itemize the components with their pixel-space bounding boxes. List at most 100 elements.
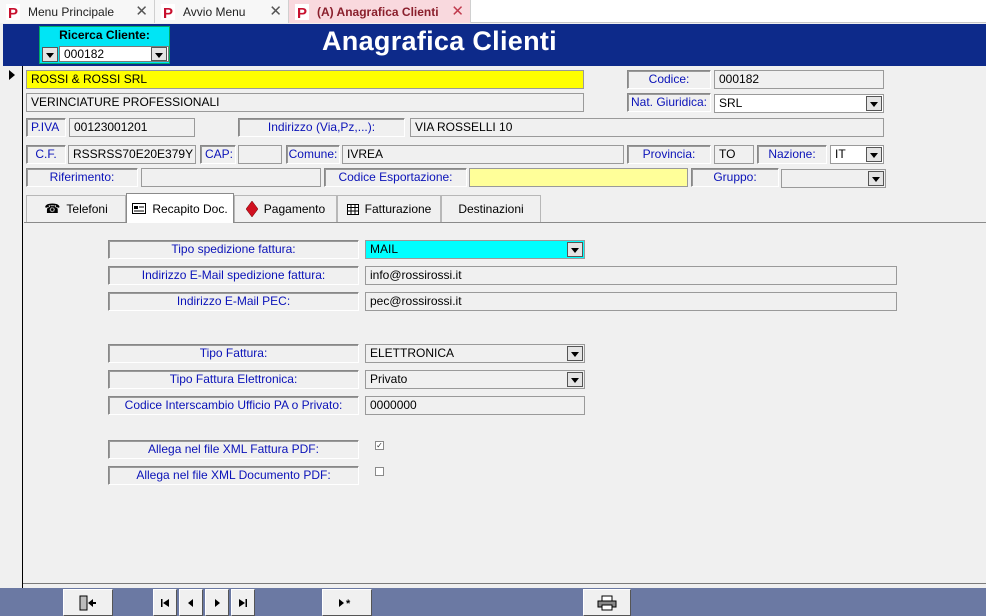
tab-avvio-menu[interactable]: P Avvio Menu ✕ <box>155 0 289 23</box>
current-record-icon <box>9 70 15 80</box>
printer-icon <box>597 595 617 610</box>
chevron-down-icon[interactable] <box>868 171 884 186</box>
tab-label: Destinazioni <box>458 202 524 216</box>
tab-label: Recapito Doc. <box>152 201 228 216</box>
chevron-down-icon[interactable] <box>866 147 882 162</box>
first-record-button[interactable] <box>153 589 177 616</box>
close-icon[interactable]: ✕ <box>451 2 464 20</box>
tab-destinazioni[interactable]: Destinazioni <box>441 195 541 222</box>
close-icon[interactable]: ✕ <box>269 2 282 20</box>
tipo-fattura-select[interactable]: ELETTRONICA <box>365 344 585 363</box>
tab-label: (A) Anagrafica Clienti <box>317 4 439 19</box>
previous-record-button[interactable] <box>179 589 203 616</box>
cf-field[interactable]: RSSRSS70E20E379Y <box>68 145 196 164</box>
tab-label: Menu Principale <box>28 4 115 19</box>
last-record-icon <box>239 598 247 607</box>
tipo-fattura-value: ELETTRONICA <box>370 346 455 360</box>
chevron-down-icon[interactable] <box>567 346 583 361</box>
exit-button[interactable] <box>63 589 113 616</box>
indirizzo-label: Indirizzo (Via,Pz,...): <box>238 118 405 137</box>
tab-telefoni[interactable]: ☎ Telefoni <box>26 195 126 222</box>
allega-fattura-checkbox[interactable]: ✓ <box>375 441 384 450</box>
chevron-down-icon[interactable] <box>567 242 583 257</box>
tipo-fattura-elettronica-select[interactable]: Privato <box>365 370 585 389</box>
client-description-field[interactable]: VERINCIATURE PROFESSIONALI <box>26 93 584 112</box>
cap-label: CAP: <box>200 145 236 164</box>
allega-documento-label: Allega nel file XML Documento PDF: <box>108 466 359 485</box>
tab-label: Pagamento <box>263 202 326 216</box>
phone-icon: ☎ <box>44 201 61 216</box>
nazione-value: IT <box>835 147 846 161</box>
svg-text:P: P <box>163 5 173 20</box>
diamond-icon <box>245 201 258 217</box>
tab-label: Telefoni <box>66 202 108 216</box>
comune-label: Comune: <box>286 145 340 164</box>
client-search-value: 000182 <box>64 47 105 61</box>
codice-field[interactable]: 000182 <box>714 70 884 89</box>
codice-label: Codice: <box>627 70 711 89</box>
piva-field[interactable]: 00123001201 <box>69 118 195 137</box>
app-p-icon: P <box>161 3 175 20</box>
email-pec-field[interactable]: pec@rossirossi.it <box>365 292 897 311</box>
svg-text:*: * <box>346 598 351 608</box>
chevron-down-icon[interactable] <box>866 96 882 111</box>
chevron-down-icon[interactable] <box>151 47 167 61</box>
nat-giuridica-value: SRL <box>719 96 743 110</box>
previous-record-icon <box>188 598 193 607</box>
nazione-select[interactable]: IT <box>830 145 884 164</box>
comune-field[interactable]: IVREA <box>342 145 624 164</box>
page-title: Anagrafica Clienti <box>322 26 557 56</box>
tab-label: Avvio Menu <box>183 4 246 19</box>
app-p-icon: P <box>6 3 20 20</box>
cf-label: C.F. <box>26 145 66 164</box>
client-search-label: Ricerca Cliente: <box>59 28 150 42</box>
riferimento-field[interactable] <box>141 168 321 187</box>
tab-anagrafica-clienti[interactable]: P (A) Anagrafica Clienti ✕ <box>289 0 471 23</box>
navigation-bar <box>0 588 986 616</box>
piva-label: P.IVA <box>26 118 66 137</box>
tipo-spedizione-label: Tipo spedizione fattura: <box>108 240 359 259</box>
last-record-button[interactable] <box>231 589 255 616</box>
tipo-fattura-elettronica-value: Privato <box>370 372 408 386</box>
gruppo-select[interactable] <box>781 169 886 188</box>
codice-interscambio-field[interactable]: 0000000 <box>365 396 585 415</box>
indirizzo-field[interactable]: VIA ROSSELLI 10 <box>410 118 884 137</box>
divider <box>23 583 986 584</box>
tipo-fattura-label: Tipo Fattura: <box>108 344 359 363</box>
exit-door-icon <box>79 595 96 610</box>
new-record-button[interactable]: * <box>322 589 372 616</box>
provincia-label: Provincia: <box>627 145 711 164</box>
codice-esportazione-field[interactable] <box>469 168 688 187</box>
client-search-input[interactable]: 000182 <box>59 46 169 62</box>
email-spedizione-field[interactable]: info@rossirossi.it <box>365 266 897 285</box>
provincia-field[interactable]: TO <box>714 145 754 164</box>
tab-pagamento[interactable]: Pagamento <box>234 195 337 222</box>
email-pec-label: Indirizzo E-Mail PEC: <box>108 292 359 311</box>
client-search-box: Ricerca Cliente: 000182 <box>39 26 170 64</box>
svg-text:P: P <box>297 5 307 20</box>
cap-field[interactable] <box>238 145 282 164</box>
table-icon <box>346 203 359 215</box>
next-record-button[interactable] <box>205 589 229 616</box>
chevron-down-icon[interactable] <box>567 372 583 387</box>
nat-giuridica-select[interactable]: SRL <box>714 94 884 113</box>
address-card-icon <box>132 203 147 214</box>
tipo-spedizione-value: MAIL <box>370 242 399 256</box>
tab-recapito-doc[interactable]: Recapito Doc. <box>126 193 234 223</box>
tab-fatturazione[interactable]: Fatturazione <box>337 195 441 222</box>
record-selector[interactable] <box>3 66 23 616</box>
nat-giuridica-label: Nat. Giuridica: <box>627 93 711 112</box>
print-button[interactable] <box>583 589 631 616</box>
riferimento-label: Riferimento: <box>26 168 138 187</box>
tab-menu-principale[interactable]: P Menu Principale ✕ <box>0 0 155 23</box>
tab-label: Fatturazione <box>364 202 432 216</box>
allega-fattura-label: Allega nel file XML Fattura PDF: <box>108 440 359 459</box>
client-name-field[interactable]: ROSSI & ROSSI SRL <box>26 70 584 89</box>
email-spedizione-label: Indirizzo E-Mail spedizione fattura: <box>108 266 359 285</box>
chevron-down-icon[interactable] <box>42 47 58 62</box>
app-p-icon: P <box>295 3 309 20</box>
allega-documento-checkbox[interactable] <box>375 467 384 476</box>
tipo-spedizione-select[interactable]: MAIL <box>365 240 585 259</box>
new-record-icon: * <box>339 598 351 608</box>
close-icon[interactable]: ✕ <box>135 2 148 20</box>
